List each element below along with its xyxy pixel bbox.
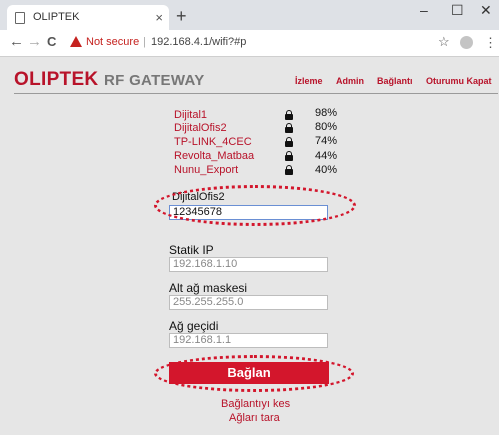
close-window-icon[interactable]: ✕	[480, 2, 492, 19]
browser-tab-bar: OLIPTEK × + – ☐ ✕	[0, 0, 499, 30]
highlight-ellipse	[154, 185, 356, 226]
nav-izleme[interactable]: İzleme	[295, 76, 323, 86]
minimize-icon[interactable]: –	[420, 2, 428, 18]
lock-icon	[285, 137, 293, 147]
network-item[interactable]: Dijital1	[174, 109, 207, 121]
page-icon	[15, 12, 25, 24]
scan-networks-link[interactable]: Ağları tara	[229, 412, 280, 424]
header-divider	[14, 93, 498, 94]
browser-tab[interactable]: OLIPTEK ×	[7, 5, 169, 30]
browser-menu-icon[interactable]: ⋮	[484, 35, 497, 51]
network-signal: 80%	[315, 121, 338, 133]
security-label[interactable]: Not secure	[86, 36, 139, 48]
lock-icon	[285, 165, 293, 175]
lock-icon	[285, 110, 293, 120]
back-icon[interactable]: ←	[9, 33, 24, 50]
gateway-label: Ağ geçidi	[169, 319, 219, 333]
nav-admin[interactable]: Admin	[336, 76, 364, 86]
subnet-label: Alt ağ maskesi	[169, 281, 248, 295]
highlight-ellipse	[154, 355, 354, 392]
nav-baglanti[interactable]: Bağlantı	[377, 76, 413, 86]
lock-icon	[285, 151, 293, 161]
tab-close-icon[interactable]: ×	[155, 5, 163, 30]
warning-icon[interactable]	[70, 36, 82, 47]
profile-avatar-icon[interactable]	[460, 36, 473, 49]
static-ip-input[interactable]: 192.168.1.10	[169, 257, 328, 272]
lock-icon	[285, 123, 293, 133]
brand-logo: OLIPTEK RF GATEWAY	[14, 69, 205, 91]
network-item[interactable]: Revolta_Matbaa	[174, 150, 254, 162]
tab-title: OLIPTEK	[33, 11, 80, 23]
gateway-input[interactable]: 192.168.1.1	[169, 333, 328, 348]
address-bar: ← → C Not secure | 192.168.4.1/wifi?#p ☆…	[0, 30, 499, 57]
static-ip-label: Statik IP	[169, 243, 214, 257]
network-signal: 40%	[315, 164, 338, 176]
brand-subtitle: RF GATEWAY	[104, 72, 205, 89]
network-item[interactable]: DijitalOfis2	[174, 122, 227, 134]
url-separator: |	[143, 36, 146, 48]
brand-name: OLIPTEK	[14, 69, 99, 90]
subnet-input[interactable]: 255.255.255.0	[169, 295, 328, 310]
reload-icon[interactable]: C	[47, 34, 56, 49]
network-item[interactable]: TP-LINK_4CEC	[174, 136, 252, 148]
new-tab-icon[interactable]: +	[176, 6, 187, 27]
url-field[interactable]: 192.168.4.1/wifi?#p	[151, 36, 246, 48]
nav-logout[interactable]: Oturumu Kapat	[426, 76, 492, 86]
network-item[interactable]: Nunu_Export	[174, 164, 238, 176]
network-signal: 98%	[315, 107, 338, 119]
network-signal: 44%	[315, 150, 338, 162]
maximize-icon[interactable]: ☐	[451, 2, 464, 19]
disconnect-link[interactable]: Bağlantıyı kes	[221, 398, 290, 410]
bookmark-star-icon[interactable]: ☆	[438, 34, 450, 50]
network-signal: 74%	[315, 135, 338, 147]
forward-icon[interactable]: →	[27, 33, 42, 50]
